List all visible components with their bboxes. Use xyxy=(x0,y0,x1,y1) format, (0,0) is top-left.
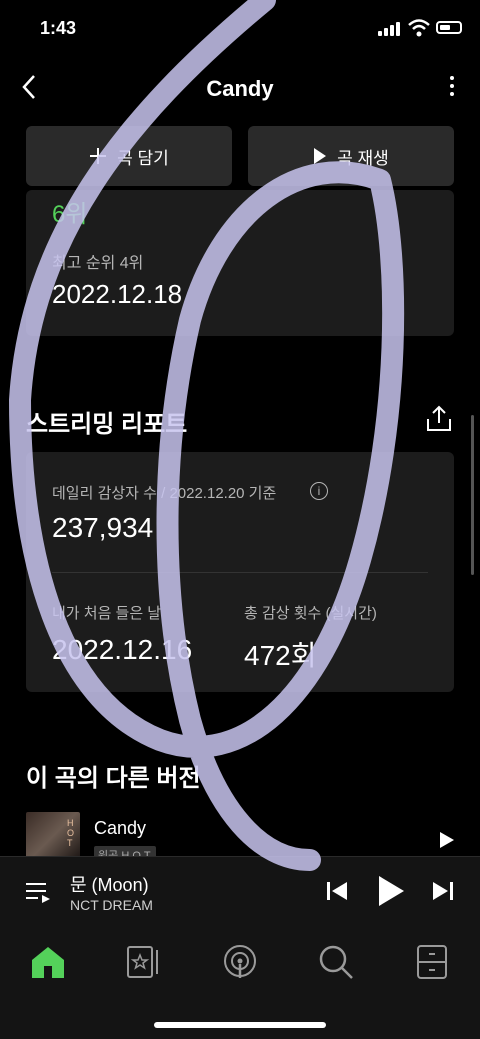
version-play-icon[interactable] xyxy=(438,830,456,850)
version-title[interactable]: Candy xyxy=(94,818,146,839)
now-playing-artist: NCT DREAM xyxy=(70,897,153,913)
current-rank: 6위 xyxy=(52,201,88,228)
home-icon[interactable] xyxy=(28,942,68,982)
first-listen-label: 내가 처음 들은 날 xyxy=(52,605,162,622)
album-art[interactable]: HOT xyxy=(26,812,80,860)
locker-icon[interactable] xyxy=(412,942,452,982)
play-song-label: 곡 재생 xyxy=(337,148,389,168)
total-plays-label: 총 감상 횟수 (실시간) xyxy=(244,605,377,622)
playlist-queue-icon[interactable] xyxy=(24,878,52,906)
daily-listeners-value: 237,934 xyxy=(52,512,154,543)
add-song-label: 곡 담기 xyxy=(117,148,169,168)
daily-listeners-label: 데일리 감상자 수 / 2022.12.20 기준 xyxy=(52,485,277,502)
battery-icon xyxy=(436,21,462,34)
share-icon[interactable] xyxy=(424,404,454,434)
podcast-icon[interactable] xyxy=(220,942,260,982)
add-song-button[interactable]: 곡 담기 xyxy=(26,126,232,186)
plus-icon xyxy=(90,148,107,164)
scrollbar[interactable] xyxy=(471,415,474,575)
other-versions-title: 이 곡의 다른 버전 xyxy=(26,765,201,792)
home-indicator xyxy=(154,1022,326,1028)
wifi-icon xyxy=(408,19,430,37)
streaming-report-title: 스트리밍 리포트 xyxy=(26,411,188,438)
previous-track-icon[interactable] xyxy=(324,878,350,904)
next-track-icon[interactable] xyxy=(430,878,456,904)
play-pause-icon[interactable] xyxy=(376,874,406,908)
page-title: Candy xyxy=(206,76,274,101)
play-song-button[interactable]: 곡 재생 xyxy=(248,126,454,186)
status-time: 1:43 xyxy=(40,18,77,38)
first-listen-value: 2022.12.16 xyxy=(52,634,193,665)
info-icon[interactable]: i xyxy=(310,482,328,500)
best-rank-date: 2022.12.18 xyxy=(52,279,183,309)
play-icon xyxy=(314,148,327,164)
divider xyxy=(52,572,428,573)
now-playing-title: 문 (Moon) xyxy=(70,875,149,895)
search-icon[interactable] xyxy=(316,942,356,982)
cellular-signal-icon xyxy=(378,22,400,36)
more-options-icon[interactable] xyxy=(442,72,462,104)
status-bar: 1:43 xyxy=(0,0,480,60)
total-plays-value: 472회 xyxy=(244,640,317,671)
library-icon[interactable] xyxy=(124,942,164,982)
best-rank-label: 최고 순위 4위 xyxy=(52,255,144,272)
nav-header: Candy xyxy=(0,62,480,116)
